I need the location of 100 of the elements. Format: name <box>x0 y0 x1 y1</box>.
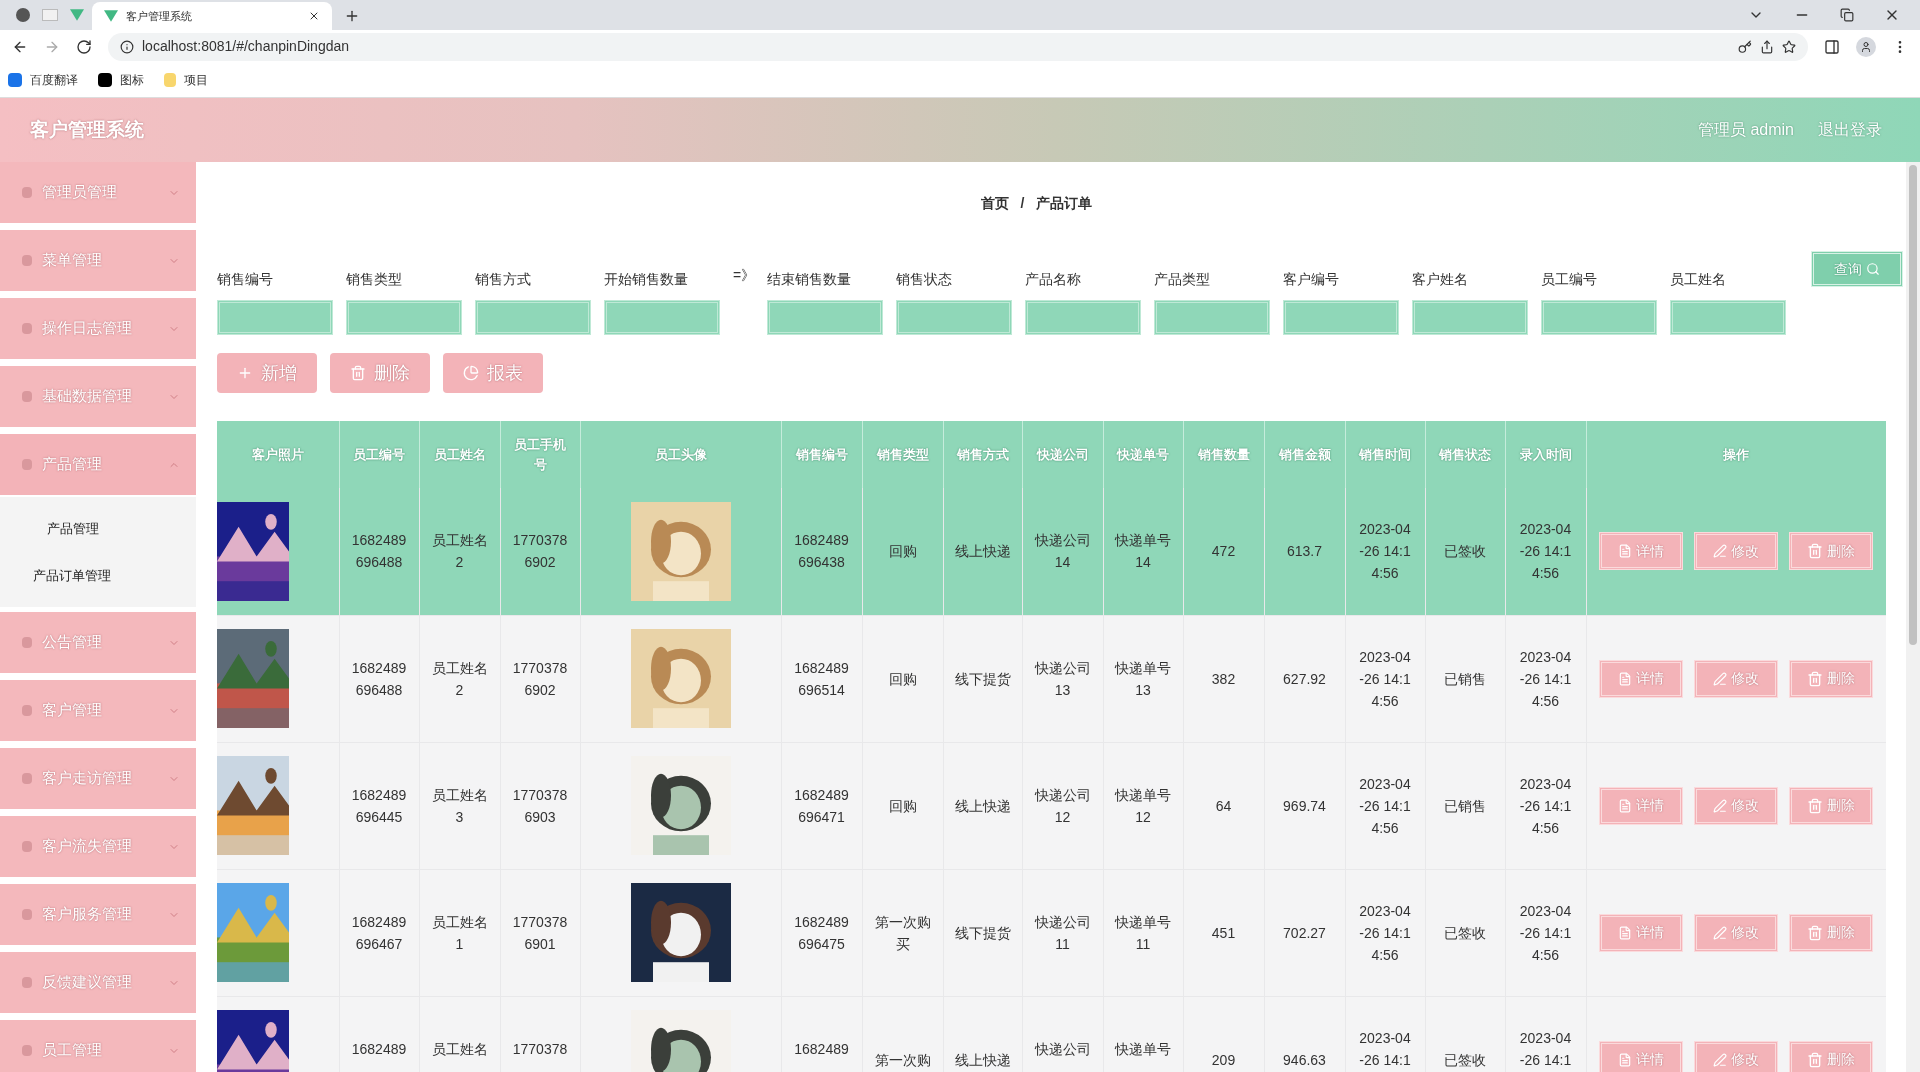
table-row[interactable]: 1682489 员工姓名 1770378 1682489 第一次购 线上快递 快递公司 快递单号 209 946.63 2023-04-26 14:1 已签收 2023-04-26 14:1 详情 修改 删除 <box>217 996 1886 1072</box>
sidebar-item[interactable]: 客户走访管理 <box>0 748 196 811</box>
filter-field[interactable] <box>1154 300 1270 335</box>
row-action-button[interactable]: 详情 <box>1599 786 1684 825</box>
sidebar-item[interactable]: 反馈建议管理 <box>0 952 196 1015</box>
filter-field[interactable] <box>1670 300 1786 335</box>
filter-field[interactable] <box>1025 300 1141 335</box>
sidebar-item[interactable]: 客户服务管理 <box>0 884 196 947</box>
filter-label: 销售状态 <box>896 270 953 289</box>
search-button[interactable]: 查询 <box>1811 251 1903 287</box>
table-cell: 快递公司11 <box>1022 869 1103 996</box>
row-action-button[interactable]: 删除 <box>1789 786 1874 825</box>
share-icon[interactable] <box>1760 39 1774 54</box>
close-icon[interactable] <box>308 10 320 22</box>
sidebar-item[interactable]: 基础数据管理 <box>0 366 196 429</box>
breadcrumb-item[interactable]: 首页 <box>980 193 1009 269</box>
table-cell: 快递公司13 <box>1022 615 1103 742</box>
filter-label: 产品名称 <box>1025 270 1082 289</box>
filter-field[interactable] <box>346 300 462 335</box>
sidebar-item[interactable]: 员工管理 <box>0 1020 196 1072</box>
submenu-item[interactable]: 产品订单管理 <box>0 552 196 599</box>
column-header: 录入时间 <box>1505 421 1586 488</box>
bookmark[interactable]: 项目 <box>164 71 208 89</box>
table-cell: 员工姓名3 <box>419 742 500 869</box>
row-action-button[interactable]: 删除 <box>1789 1040 1874 1072</box>
sidebar-item[interactable]: 管理员管理 <box>0 162 196 225</box>
sidebar-item[interactable]: 客户管理 <box>0 680 196 743</box>
table-cell: 1682489696438 <box>781 488 862 615</box>
table-cell: 快递单号13 <box>1103 615 1183 742</box>
table-cell: 1682489696475 <box>781 869 862 996</box>
star-icon[interactable] <box>1782 39 1796 54</box>
row-action-button[interactable]: 详情 <box>1599 659 1684 698</box>
new-tab-icon[interactable] <box>344 8 360 24</box>
sidebar-item[interactable]: 操作日志管理 <box>0 298 196 361</box>
profile-icon[interactable] <box>1856 36 1876 57</box>
table-cell: 员工姓名 <box>419 996 500 1072</box>
row-action-button[interactable]: 详情 <box>1599 532 1684 571</box>
filter-field[interactable] <box>1283 300 1399 335</box>
table-cell: 472 <box>1183 488 1264 615</box>
column-header: 销售时间 <box>1345 421 1425 488</box>
row-action-button[interactable]: 详情 <box>1599 1040 1684 1072</box>
row-action-button[interactable]: 删除 <box>1789 532 1874 571</box>
restore-icon[interactable] <box>1840 8 1854 22</box>
table-cell: 回购 <box>862 742 943 869</box>
table-cell: 1682489 <box>339 996 419 1072</box>
table-row[interactable]: 1682489696467 员工姓名1 17703786901 1682489696475 第一次购买 线下提货 快递公司11 快递单号11 451 702.27 2023-04-26 14:14:56 已签收 2023-04-26 14:14:56 详情 修改 删除 <box>217 869 1886 996</box>
filter-field[interactable] <box>475 300 591 335</box>
row-action-button[interactable]: 详情 <box>1599 913 1684 952</box>
filter-field[interactable] <box>1541 300 1657 335</box>
trash-icon <box>350 365 366 381</box>
key-icon[interactable] <box>1738 39 1752 54</box>
action-button[interactable]: 新增 <box>217 353 317 393</box>
filter-field[interactable] <box>767 300 883 335</box>
document-icon <box>1618 798 1633 813</box>
column-header: 员工编号 <box>339 421 419 488</box>
table-row[interactable]: 1682489696488 员工姓名2 17703786902 1682489696514 回购 线下提货 快递公司13 快递单号13 382 627.92 2023-04-26 14:14:56 已销售 2023-04-26 14:14:56 详情 修改 删除 <box>217 615 1886 742</box>
action-button[interactable]: 删除 <box>330 353 430 393</box>
table-row[interactable]: 1682489696445 员工姓名3 17703786903 1682489696471 回购 线上快递 快递公司12 快递单号12 64 969.74 2023-04-26 14:14:56 已销售 2023-04-26 14:14:56 详情 修改 删除 <box>217 742 1886 869</box>
browser-tab[interactable]: 客户管理系统 <box>92 2 332 30</box>
reload-icon[interactable] <box>76 38 92 55</box>
search-icon <box>1866 262 1880 276</box>
row-action-button[interactable]: 修改 <box>1694 659 1779 698</box>
sidebar-item[interactable]: 菜单管理 <box>0 230 196 293</box>
sidebar-item[interactable]: 公告管理 <box>0 612 196 675</box>
side-panel-icon[interactable] <box>1824 38 1840 55</box>
filter-field[interactable] <box>896 300 1012 335</box>
action-button[interactable]: 报表 <box>443 353 543 393</box>
row-action-button[interactable]: 删除 <box>1789 913 1874 952</box>
table-cell: 2023-04-26 14:14:56 <box>1345 869 1425 996</box>
column-header: 员工手机号 <box>500 421 580 488</box>
row-action-button[interactable]: 修改 <box>1694 786 1779 825</box>
table-cell: 613.7 <box>1264 488 1345 615</box>
row-action-button[interactable]: 修改 <box>1694 913 1779 952</box>
table-cell: 线上快递 <box>943 996 1022 1072</box>
filter-field[interactable] <box>604 300 720 335</box>
table-cell: 627.92 <box>1264 615 1345 742</box>
column-header: 销售数量 <box>1183 421 1264 488</box>
sidebar-item[interactable]: 客户流失管理 <box>0 816 196 879</box>
table-cell: 2023-04-26 14:14:56 <box>1505 488 1586 615</box>
filter-label: 结束销售数量 <box>767 270 852 289</box>
table-cell: 快递单号11 <box>1103 869 1183 996</box>
scrollbar[interactable] <box>1906 162 1920 1072</box>
bookmark[interactable]: 图标 <box>98 71 144 89</box>
bookmark[interactable]: 百度翻译 <box>8 71 78 89</box>
sidebar-item[interactable]: 产品管理 <box>0 434 196 497</box>
filter-label: 销售方式 <box>475 270 532 289</box>
folder-icon <box>164 73 176 87</box>
row-action-button[interactable]: 修改 <box>1694 1040 1779 1072</box>
row-action-button[interactable]: 删除 <box>1789 659 1874 698</box>
row-action-button[interactable]: 修改 <box>1694 532 1779 571</box>
address-bar[interactable]: localhost:8081/#/chanpinDingdan <box>108 32 1808 61</box>
filter-field[interactable] <box>217 300 333 335</box>
submenu-item[interactable]: 产品管理 <box>0 505 196 552</box>
table-cell: 已销售 <box>1425 742 1505 869</box>
table-cell: 回购 <box>862 488 943 615</box>
filter-field[interactable] <box>1412 300 1528 335</box>
table-cell: 1682489696445 <box>339 742 419 869</box>
logout-link[interactable]: 退出登录 <box>1818 118 1882 142</box>
v-logo-icon <box>104 10 118 22</box>
table-row[interactable]: 1682489696488 员工姓名2 17703786902 1682489696438 回购 线上快递 快递公司14 快递单号14 472 613.7 2023-04-26 14:14:56 已签收 2023-04-26 14:14:56 详情 修改 删除 <box>217 488 1886 615</box>
